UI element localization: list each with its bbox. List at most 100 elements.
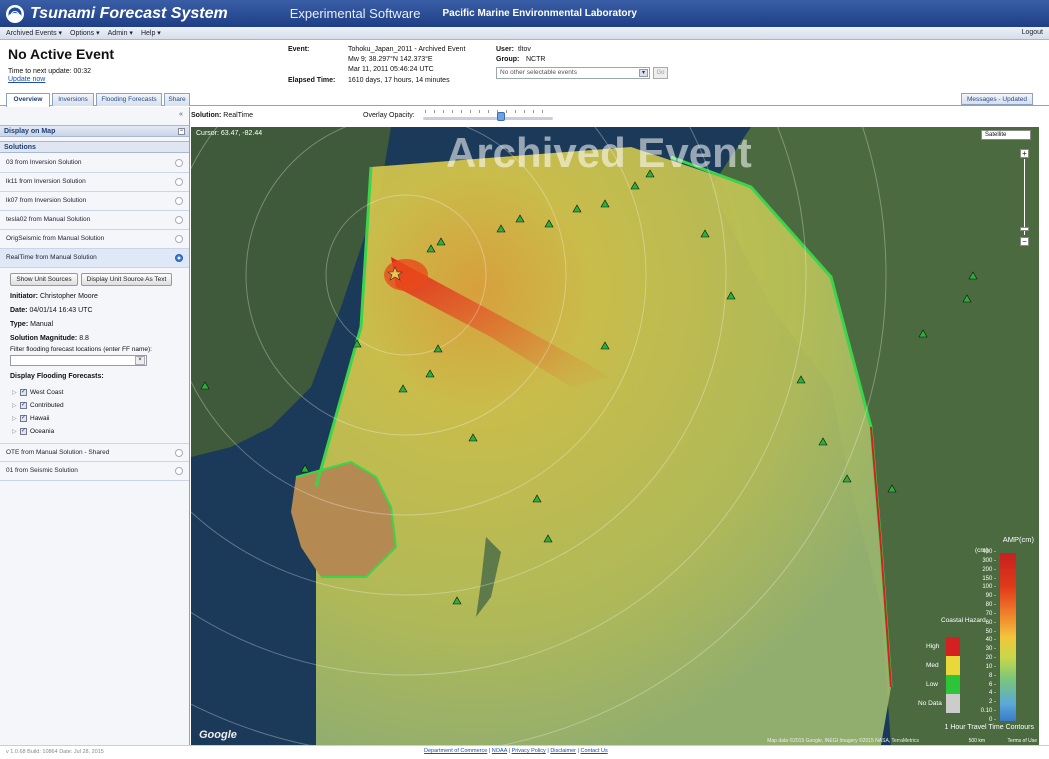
magnitude-label: Solution Magnitude: bbox=[10, 335, 78, 342]
main-tabs: Overview Inversions Flooding Forecasts S… bbox=[0, 92, 1049, 107]
amp-legend-title: AMP(cm) bbox=[1002, 535, 1034, 544]
solution-label: OrigSeismic from Manual Solution bbox=[6, 235, 105, 242]
menu-archived-events[interactable]: Archived Events ▾ bbox=[6, 29, 62, 37]
solution-radio[interactable] bbox=[175, 216, 183, 224]
group-label: Group: bbox=[496, 56, 520, 63]
type-value: Manual bbox=[30, 321, 54, 328]
ff-item-contributed[interactable]: ▷ ✓ Contributed bbox=[12, 402, 64, 409]
amp-tick-label: 4 - bbox=[988, 690, 996, 697]
solution-row[interactable]: tesla02 from Manual Solution bbox=[0, 211, 189, 230]
footer-link-contact[interactable]: Contact Us bbox=[580, 748, 607, 754]
type-label: Type: bbox=[10, 321, 29, 328]
zoom-slider-thumb[interactable] bbox=[1020, 227, 1029, 231]
amp-tick-label: 90 - bbox=[985, 593, 996, 600]
terms-of-use-link[interactable]: Terms of Use bbox=[1008, 738, 1037, 744]
solution-row[interactable]: 01 from Seismic Solution bbox=[0, 462, 189, 481]
google-logo[interactable]: Google bbox=[199, 729, 237, 741]
zoom-in-button[interactable]: + bbox=[1020, 149, 1029, 158]
tab-share[interactable]: Share bbox=[164, 93, 190, 106]
build-info: v 1.0.68 Build: 10864 Date: Jul 28, 2015 bbox=[6, 749, 104, 755]
ff-item-oceania[interactable]: ▷ ✓ Oceania bbox=[12, 428, 54, 435]
clear-filter-icon[interactable]: × bbox=[135, 356, 145, 365]
event-header: No Active Event Time to next update: 00:… bbox=[0, 40, 1049, 92]
checkbox-checked-icon[interactable]: ✓ bbox=[20, 415, 27, 422]
solution-radio[interactable] bbox=[175, 467, 183, 475]
expand-arrow-icon[interactable]: ▷ bbox=[12, 428, 20, 435]
ff-item-hawaii[interactable]: ▷ ✓ Hawaii bbox=[12, 415, 50, 422]
expand-arrow-icon[interactable]: ▷ bbox=[12, 402, 20, 409]
event-select[interactable]: No other selectable events ▾ bbox=[496, 67, 650, 79]
solution-row[interactable]: lk07 from Inversion Solution bbox=[0, 192, 189, 211]
solution-radio-selected[interactable] bbox=[175, 254, 183, 262]
hazard-nodata-label: No Data bbox=[918, 700, 942, 707]
event-select-value: No other selectable events bbox=[500, 69, 577, 76]
solution-row[interactable]: 03 from Inversion Solution bbox=[0, 154, 189, 173]
solution-label: RealTime from Manual Solution bbox=[6, 254, 97, 261]
go-button[interactable]: Go bbox=[653, 67, 668, 79]
solution-radio[interactable] bbox=[175, 449, 183, 457]
app-subtitle: Experimental Software bbox=[289, 6, 421, 21]
update-now-link[interactable]: Update now bbox=[8, 76, 45, 83]
map-type-value: Satellite bbox=[985, 132, 1007, 138]
solution-indicator-label: Solution: bbox=[191, 112, 222, 119]
solution-row-selected[interactable]: RealTime from Manual Solution bbox=[0, 249, 189, 268]
amp-tick-label: 30 - bbox=[985, 646, 996, 653]
amp-tick-label: 100 - bbox=[982, 584, 996, 591]
solution-radio[interactable] bbox=[175, 197, 183, 205]
filter-input[interactable] bbox=[10, 355, 147, 366]
tab-flooding-forecasts[interactable]: Flooding Forecasts bbox=[96, 93, 162, 106]
footer-link-disclaimer[interactable]: Disclaimer bbox=[550, 748, 576, 754]
zoom-slider[interactable] bbox=[1024, 159, 1025, 235]
map-canvas[interactable]: Cursor: 63.47, -82.44 Archived Event Sat… bbox=[191, 127, 1039, 745]
amp-tick-label: 10 - bbox=[985, 663, 996, 670]
footer-link-noaa[interactable]: NOAA bbox=[492, 748, 507, 754]
event-magnitude-location: Mw 9; 38.297°N 142.373°E bbox=[348, 56, 433, 63]
ff-item-west-coast[interactable]: ▷ ✓ West Coast bbox=[12, 389, 63, 396]
menu-admin[interactable]: Admin ▾ bbox=[108, 29, 133, 37]
map-legend: AMP(cm) (cm) 400 -300 -200 -150 -100 -90… bbox=[916, 535, 1036, 731]
collapse-panel-icon[interactable]: − bbox=[178, 128, 185, 135]
solution-row[interactable]: OrigSeismic from Manual Solution bbox=[0, 230, 189, 249]
logout-link[interactable]: Logout bbox=[1022, 29, 1043, 36]
solution-label: OTE from Manual Solution - Shared bbox=[6, 449, 110, 456]
display-unit-source-text-button[interactable]: Display Unit Source As Text bbox=[81, 273, 172, 286]
checkbox-checked-icon[interactable]: ✓ bbox=[20, 428, 27, 435]
solution-radio[interactable] bbox=[175, 178, 183, 186]
footer-link-commerce[interactable]: Department of Commerce bbox=[424, 748, 487, 754]
archived-event-watermark: Archived Event bbox=[446, 129, 752, 176]
amp-tick-label: 50 - bbox=[985, 628, 996, 635]
solution-radio[interactable] bbox=[175, 159, 183, 167]
app-title: Tsunami Forecast System bbox=[30, 4, 228, 22]
amp-tick-label: 6 - bbox=[988, 681, 996, 688]
coastal-hazard-label: Coastal Hazard bbox=[941, 617, 986, 624]
collapse-sidebar-icon[interactable]: « bbox=[177, 111, 185, 119]
checkbox-checked-icon[interactable]: ✓ bbox=[20, 402, 27, 409]
solution-radio[interactable] bbox=[175, 235, 183, 243]
solution-row[interactable]: lk11 from Inversion Solution bbox=[0, 173, 189, 192]
amp-tick-label: 0.10 - bbox=[980, 708, 996, 715]
map-type-select[interactable]: Satellite bbox=[981, 130, 1031, 140]
initiator-info: Initiator: Christopher Moore bbox=[10, 293, 98, 300]
show-unit-sources-button[interactable]: Show Unit Sources bbox=[10, 273, 78, 286]
expand-arrow-icon[interactable]: ▷ bbox=[12, 415, 20, 422]
overlay-opacity-slider-thumb[interactable] bbox=[497, 112, 505, 121]
footer-link-privacy[interactable]: Privacy Policy bbox=[512, 748, 546, 754]
elapsed-time: 1610 days, 17 hours, 14 minutes bbox=[348, 77, 450, 84]
event-name: Tohoku_Japan_2011 - Archived Event bbox=[348, 46, 466, 53]
menu-options[interactable]: Options ▾ bbox=[70, 29, 100, 37]
expand-arrow-icon[interactable]: ▷ bbox=[12, 389, 20, 396]
next-update-text: Time to next update: 00:32 bbox=[8, 68, 92, 75]
title-bar: Tsunami Forecast System Experimental Sof… bbox=[0, 0, 1049, 27]
hazard-high-label: High bbox=[926, 643, 940, 650]
tab-overview[interactable]: Overview bbox=[6, 93, 50, 107]
hazard-nodata-swatch bbox=[946, 694, 960, 713]
tab-inversions[interactable]: Inversions bbox=[52, 93, 94, 106]
overlay-opacity-slider[interactable] bbox=[423, 117, 553, 120]
tab-messages[interactable]: Messages - Updated bbox=[961, 93, 1033, 105]
checkbox-checked-icon[interactable]: ✓ bbox=[20, 389, 27, 396]
amp-tick-label: 70 - bbox=[985, 610, 996, 617]
solution-row[interactable]: OTE from Manual Solution - Shared bbox=[0, 443, 189, 462]
display-on-map-header[interactable]: Display on Map − bbox=[0, 125, 189, 137]
zoom-out-button[interactable]: − bbox=[1020, 237, 1029, 246]
menu-help[interactable]: Help ▾ bbox=[141, 29, 161, 37]
